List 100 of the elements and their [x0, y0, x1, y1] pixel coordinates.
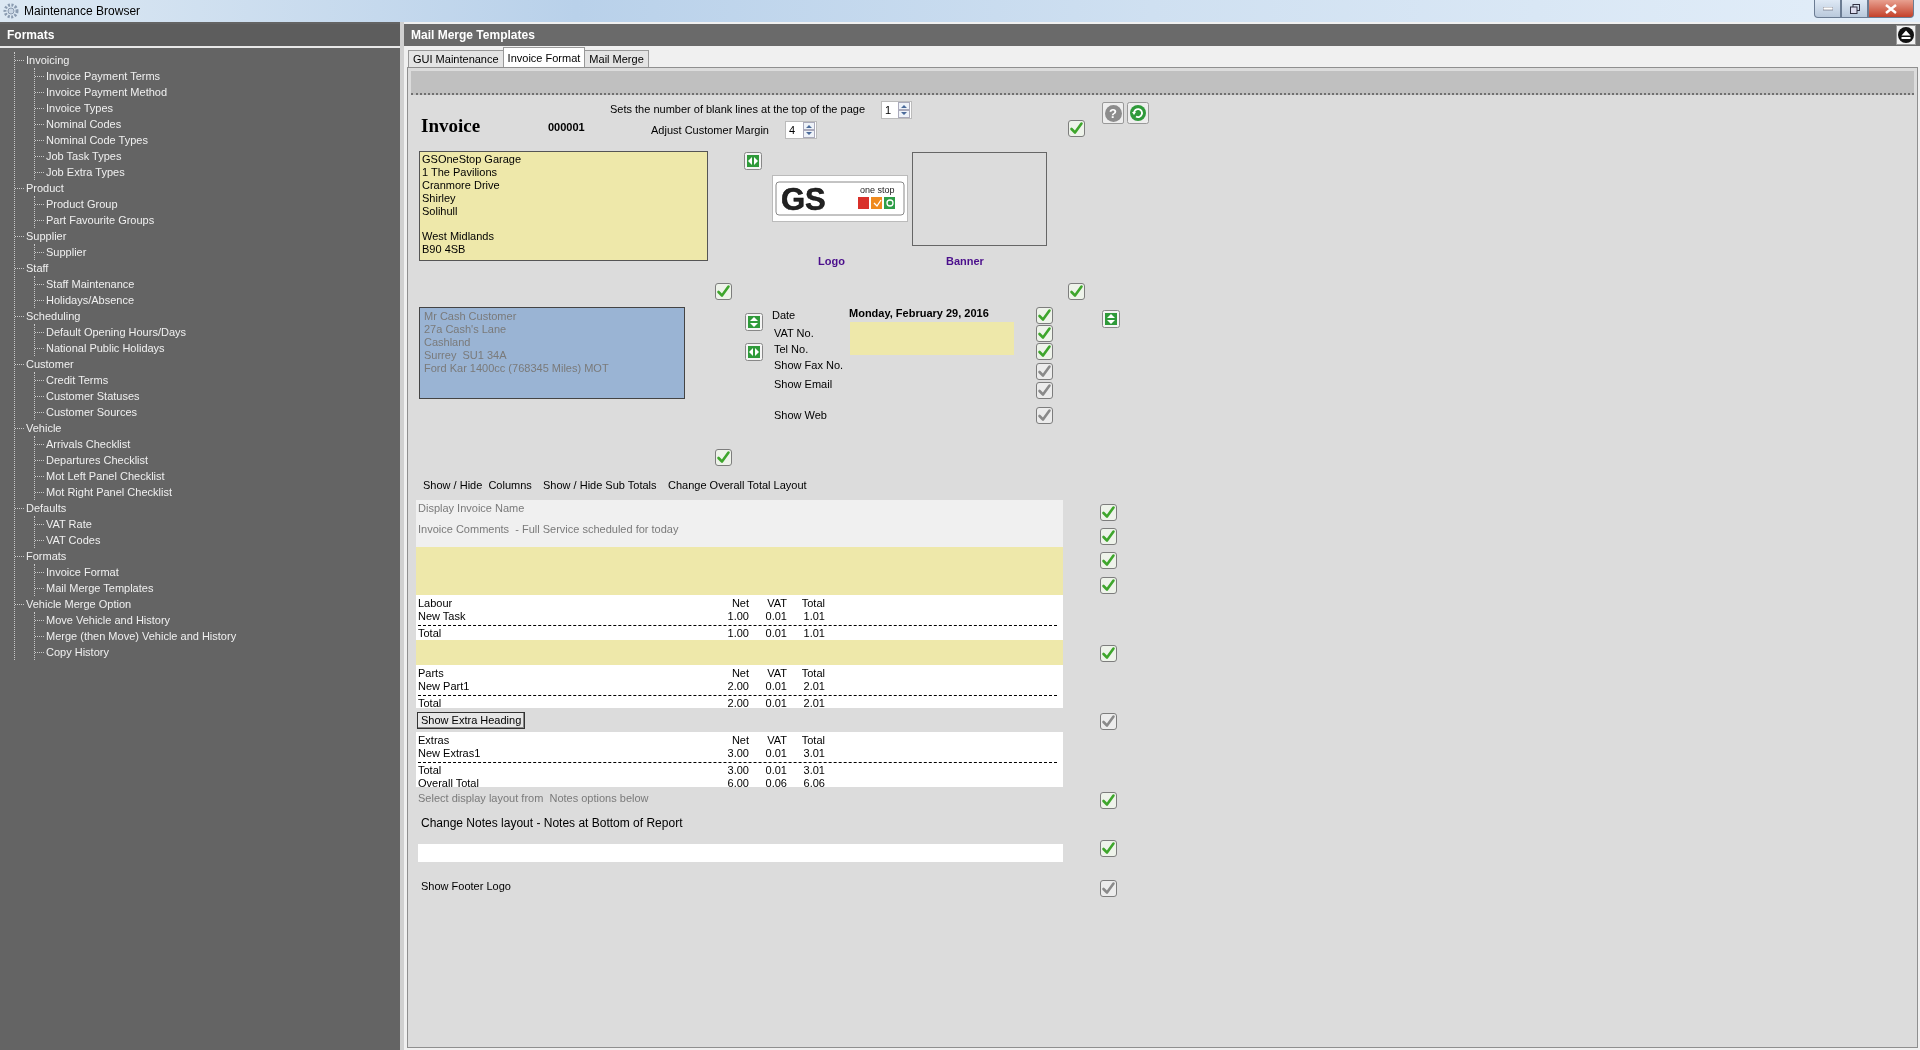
checkbox[interactable]: [1068, 120, 1085, 137]
tree-item[interactable]: Credit Terms: [46, 372, 109, 388]
notes-field[interactable]: [418, 844, 1063, 862]
line-label: New Extras1: [418, 746, 481, 759]
vat-field[interactable]: [850, 322, 1014, 355]
invoice-number: 000001: [548, 120, 585, 134]
number-spinner[interactable]: 4: [785, 121, 817, 139]
field-label: VAT No.: [774, 326, 814, 340]
invoice-title: Invoice: [421, 115, 481, 137]
field-label: Show Email: [774, 377, 833, 391]
tree-item[interactable]: Customer Sources: [46, 404, 138, 420]
layout-link[interactable]: Change Overall Total Layout: [668, 478, 807, 492]
amount: 1.00: [727, 627, 749, 640]
notes-hint: Select display layout from Notes options below: [418, 791, 649, 805]
amount: 2.00: [727, 679, 749, 692]
checkbox[interactable]: [1068, 283, 1085, 300]
tree-item[interactable]: Scheduling: [26, 308, 81, 324]
tree-item[interactable]: Invoice Format: [46, 564, 119, 580]
tree-item[interactable]: Vehicle: [26, 420, 62, 436]
tree-item[interactable]: Default Opening Hours/Days: [46, 324, 186, 340]
amount: 2.01: [803, 679, 825, 692]
checkbox[interactable]: [1036, 363, 1053, 380]
checkbox[interactable]: [1100, 880, 1117, 897]
tab[interactable]: GUI Maintenance: [408, 50, 504, 67]
tree-item[interactable]: Invoice Payment Method: [46, 84, 168, 100]
tree-item[interactable]: Formats: [26, 548, 67, 564]
amount: 1.01: [803, 609, 825, 622]
tree-item[interactable]: Staff: [26, 260, 49, 276]
amount: 2.01: [803, 697, 825, 708]
panel-title: Mail Merge Templates: [411, 28, 536, 42]
tree-item[interactable]: Holidays/Absence: [46, 292, 135, 308]
layout-link[interactable]: Show / Hide Sub Totals: [543, 478, 657, 492]
horizontal-arrows-icon[interactable]: [744, 152, 762, 170]
tree-item[interactable]: Mot Right Panel Checklist: [46, 484, 172, 500]
checkbox[interactable]: [1100, 577, 1117, 594]
checkbox[interactable]: [1100, 713, 1117, 730]
tree-item[interactable]: Staff Maintenance: [46, 276, 135, 292]
tree-item[interactable]: Invoice Types: [46, 100, 114, 116]
checkbox[interactable]: [715, 283, 732, 300]
tab[interactable]: Invoice Format: [502, 47, 586, 67]
tree-item[interactable]: Part Favourite Groups: [46, 212, 155, 228]
logo: GS one stop: [772, 175, 908, 222]
horizontal-arrows-icon[interactable]: [745, 343, 763, 361]
checkbox[interactable]: [715, 449, 732, 466]
vertical-arrows-icon[interactable]: [1102, 310, 1120, 328]
tree-item[interactable]: Arrivals Checklist: [46, 436, 131, 452]
tab[interactable]: Mail Merge: [584, 50, 649, 67]
tree-item[interactable]: Supplier: [26, 228, 67, 244]
eject-icon[interactable]: [1896, 25, 1916, 45]
tree-item[interactable]: Nominal Code Types: [46, 132, 148, 148]
tree-item[interactable]: Defaults: [26, 500, 67, 516]
tree-item[interactable]: Merge (then Move) Vehicle and History: [46, 628, 237, 644]
tree-item[interactable]: Supplier: [46, 244, 87, 260]
amount: Net: [731, 667, 749, 680]
checkbox[interactable]: [1100, 552, 1117, 569]
tree-item[interactable]: National Public Holidays: [46, 340, 165, 356]
checkbox[interactable]: [1100, 528, 1117, 545]
tree-item[interactable]: Mot Left Panel Checklist: [46, 468, 165, 484]
help-button[interactable]: ?: [1102, 102, 1124, 124]
checkbox[interactable]: [1100, 645, 1117, 662]
number-spinner[interactable]: 1: [881, 101, 912, 119]
maximize-button[interactable]: [1841, 0, 1868, 18]
line-label: Extras: [418, 734, 450, 747]
tree-item[interactable]: VAT Rate: [46, 516, 92, 532]
tree-item[interactable]: Product: [26, 180, 64, 196]
sidebar-header: Formats: [0, 24, 400, 48]
amount: Net: [731, 597, 749, 610]
checkbox[interactable]: [1036, 407, 1053, 424]
tree-item[interactable]: Nominal Codes: [46, 116, 122, 132]
extra-heading-button[interactable]: Show Extra Heading: [417, 711, 526, 729]
tree-item[interactable]: Move Vehicle and History: [46, 612, 171, 628]
amount: 6.06: [803, 776, 825, 787]
tree-item[interactable]: Mail Merge Templates: [46, 580, 154, 596]
vertical-arrows-icon[interactable]: [745, 313, 763, 331]
close-button[interactable]: [1868, 0, 1914, 18]
tree-item[interactable]: Customer Statuses: [46, 388, 140, 404]
amount: 3.00: [727, 764, 749, 777]
checkbox[interactable]: [1100, 504, 1117, 521]
tree-item[interactable]: Departures Checklist: [46, 452, 149, 468]
tree-item[interactable]: Vehicle Merge Option: [26, 596, 132, 612]
checkbox[interactable]: [1036, 343, 1053, 360]
tree-item[interactable]: Customer: [26, 356, 74, 372]
layout-link[interactable]: Show / Hide Columns: [423, 478, 532, 492]
checkbox[interactable]: [1100, 792, 1117, 809]
date-value: Monday, February 29, 2016: [849, 306, 989, 320]
refresh-icon[interactable]: [1127, 102, 1149, 124]
checkbox[interactable]: [1036, 382, 1053, 399]
tree-item[interactable]: Job Task Types: [46, 148, 122, 164]
tree-item[interactable]: Copy History: [46, 644, 109, 660]
checkbox[interactable]: [1036, 307, 1053, 324]
line-label: New Part1: [418, 679, 470, 692]
tree-item[interactable]: Invoicing: [26, 52, 70, 68]
tree-item[interactable]: VAT Codes: [46, 532, 101, 548]
customer-address: Mr Cash Customer 27a Cash's Lane Cashland Surrey SU1 34A Ford Kar 1400cc (768345 Miles) MOT: [419, 307, 685, 399]
checkbox[interactable]: [1036, 325, 1053, 342]
tree-item[interactable]: Job Extra Types: [46, 164, 125, 180]
line-label: Total: [418, 627, 442, 640]
tree-item[interactable]: Invoice Payment Terms: [46, 68, 161, 84]
tree-item[interactable]: Product Group: [46, 196, 118, 212]
checkbox[interactable]: [1100, 840, 1117, 857]
